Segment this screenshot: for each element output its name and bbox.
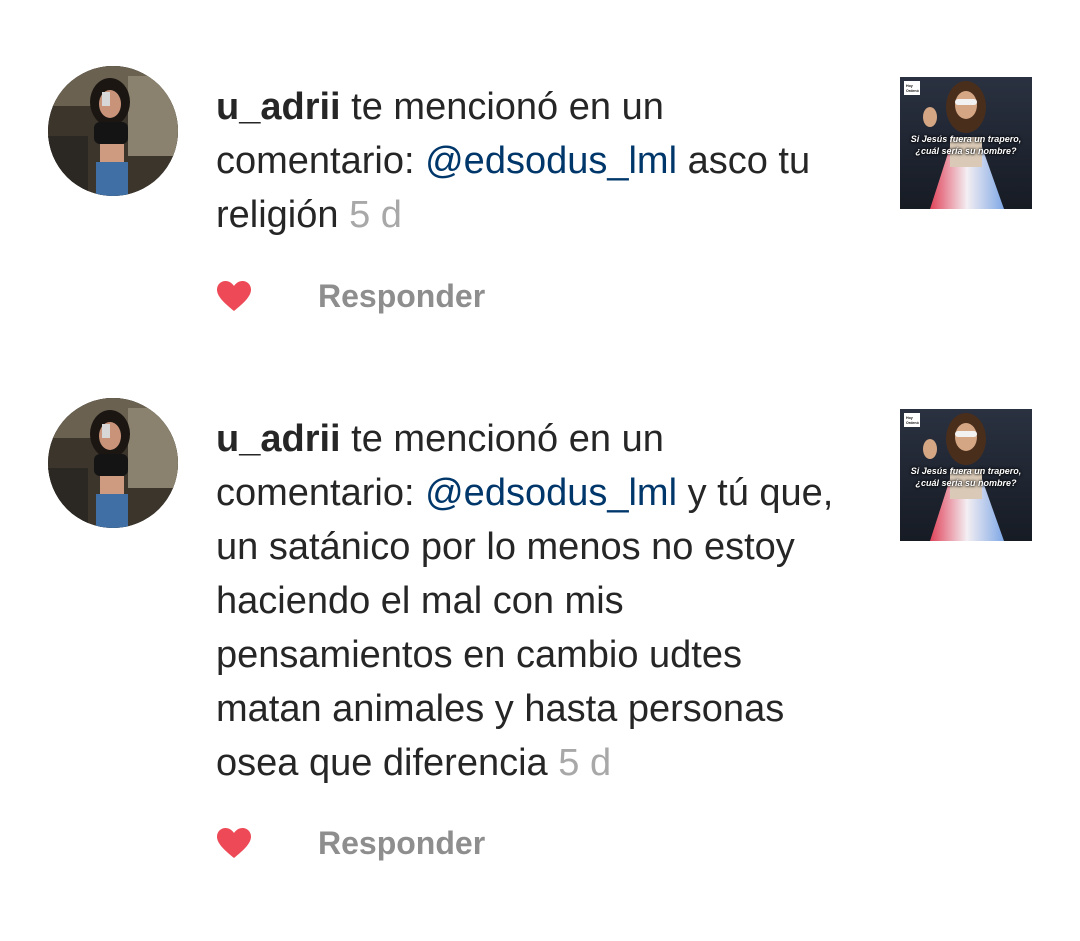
avatar-photo (48, 398, 178, 528)
mention-link[interactable]: @edsodus_lml (425, 140, 677, 182)
thumbnail-caption: Si Jesús fuera un trapero, ¿cuál sería s… (906, 133, 1026, 157)
caption-line-1: Si Jesús fuera un trapero, (910, 466, 1022, 476)
notification-actions: Responder (216, 276, 616, 316)
svg-text:Ordenó: Ordenó (906, 89, 920, 93)
comment-text: y tú que, un satánico por lo menos no es… (216, 472, 834, 784)
notification-text: u_adrii te mencionó en un comentario: @e… (216, 80, 856, 242)
svg-text:Hoy: Hoy (906, 416, 913, 420)
username-link[interactable]: u_adrii (216, 86, 341, 128)
thumbnail-caption: Si Jesús fuera un trapero, ¿cuál sería s… (906, 465, 1026, 489)
avatar[interactable] (48, 66, 178, 196)
avatar-photo (48, 66, 178, 196)
reply-button[interactable]: Responder (318, 823, 485, 863)
timestamp: 5 d (349, 194, 402, 236)
svg-text:Ordenó: Ordenó (906, 421, 920, 425)
timestamp: 5 d (558, 742, 612, 784)
caption-line-1: Si Jesús fuera un trapero, (910, 134, 1022, 144)
post-thumbnail[interactable]: Hoy Ordenó Si Jesús fuera un trapero, ¿c… (900, 409, 1032, 541)
post-thumbnail[interactable]: Hoy Ordenó Si Jesús fuera un trapero, ¿c… (900, 77, 1032, 209)
caption-line-2: ¿cuál sería su nombre? (915, 478, 1017, 488)
heart-icon[interactable] (216, 280, 252, 312)
mention-link[interactable]: @edsodus_lml (425, 472, 677, 514)
caption-line-2: ¿cuál sería su nombre? (915, 146, 1017, 156)
svg-text:Hoy: Hoy (906, 84, 913, 88)
reply-button[interactable]: Responder (318, 276, 485, 316)
avatar[interactable] (48, 398, 178, 528)
username-link[interactable]: u_adrii (216, 418, 341, 460)
notification-text: u_adrii te mencionó en un comentario: @e… (216, 412, 856, 790)
heart-icon[interactable] (216, 827, 252, 859)
notification-actions: Responder (216, 823, 616, 863)
